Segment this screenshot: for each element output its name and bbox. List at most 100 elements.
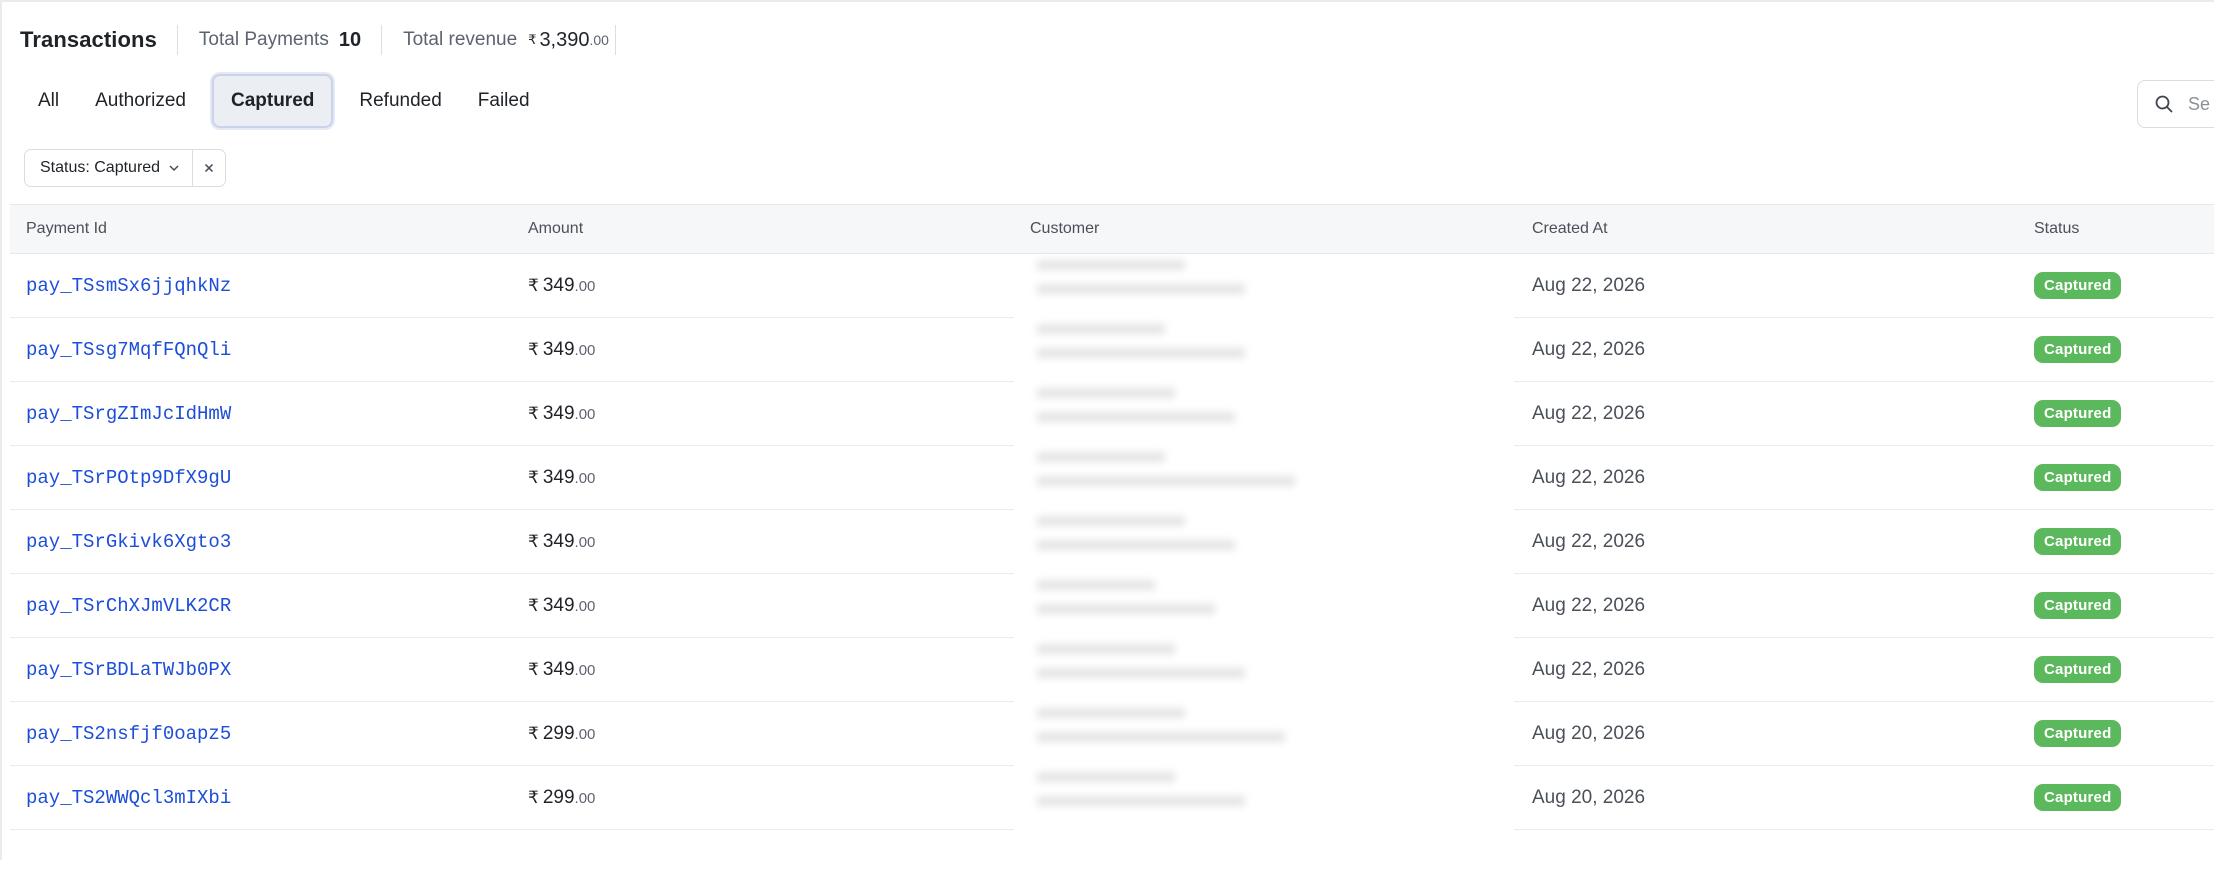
status-cell: Captured xyxy=(2034,272,2122,299)
amount-int: 349 xyxy=(542,466,575,488)
created-at-cell: Aug 22, 2026 xyxy=(1532,402,1646,424)
total-payments-value: 10 xyxy=(338,28,362,51)
currency-symbol: ₹ xyxy=(528,531,539,551)
payment-id-link[interactable]: pay_TSsmSx6jjqhkNz xyxy=(26,275,231,297)
tab-failed[interactable]: Failed xyxy=(460,74,548,128)
search-input[interactable] xyxy=(2188,93,2214,115)
filter-label: Status: Captured xyxy=(40,159,161,176)
amount-dec: .00 xyxy=(574,661,596,679)
created-at-cell: Aug 20, 2026 xyxy=(1532,722,1646,744)
amount-cell: ₹349.00 xyxy=(528,339,595,361)
amount-dec: .00 xyxy=(574,789,596,807)
total-revenue-label: Total revenue xyxy=(403,29,518,50)
payment-id-link[interactable]: pay_TSsg7MqfFQnQli xyxy=(26,339,231,361)
amount-dec: .00 xyxy=(574,277,596,295)
currency-symbol: ₹ xyxy=(528,467,539,487)
amount-cell: ₹349.00 xyxy=(528,403,595,425)
status-cell: Captured xyxy=(2034,592,2122,619)
clear-filter-button[interactable] xyxy=(193,150,225,186)
status-cell: Captured xyxy=(2034,400,2122,427)
page-title: Transactions xyxy=(20,27,157,52)
status-badge: Captured xyxy=(2034,656,2122,683)
tab-authorized[interactable]: Authorized xyxy=(77,74,204,128)
created-at-cell: Aug 22, 2026 xyxy=(1532,274,1646,296)
payment-id-link[interactable]: pay_TSrGkivk6Xgto3 xyxy=(26,531,231,553)
amount-dec: .00 xyxy=(574,533,596,551)
created-at-cell: Aug 22, 2026 xyxy=(1532,594,1646,616)
close-icon xyxy=(203,162,215,174)
status-tabs: All Authorized Captured Refunded Failed xyxy=(22,74,548,128)
amount-cell: ₹349.00 xyxy=(528,659,595,681)
status-cell: Captured xyxy=(2034,464,2122,491)
column-header-customer[interactable]: Customer xyxy=(1030,220,1099,238)
total-revenue-dec: .00 xyxy=(589,32,609,48)
amount-int: 349 xyxy=(542,530,575,552)
created-at-cell: Aug 22, 2026 xyxy=(1532,466,1646,488)
currency-symbol: ₹ xyxy=(528,595,539,615)
chevron-down-icon xyxy=(168,162,180,174)
divider xyxy=(381,25,383,55)
amount-int: 299 xyxy=(542,786,575,808)
amount-int: 349 xyxy=(542,274,575,296)
payment-id-link[interactable]: pay_TS2nsfjf0oapz5 xyxy=(26,723,231,745)
amount-int: 349 xyxy=(542,338,575,360)
created-at-cell: Aug 22, 2026 xyxy=(1532,530,1646,552)
column-header-amount[interactable]: Amount xyxy=(528,220,583,238)
amount-cell: ₹349.00 xyxy=(528,595,595,617)
payment-id-link[interactable]: pay_TSrBDLaTWJb0PX xyxy=(26,659,231,681)
tab-label: Captured xyxy=(230,90,315,111)
amount-dec: .00 xyxy=(574,597,596,615)
amount-dec: .00 xyxy=(574,341,596,359)
payment-id-link[interactable]: pay_TSrPOtp9DfX9gU xyxy=(26,467,231,489)
status-badge: Captured xyxy=(2034,464,2122,491)
table-header: Payment Id Amount Customer Created At St… xyxy=(10,204,2214,254)
status-cell: Captured xyxy=(2034,528,2122,555)
column-header-created-at[interactable]: Created At xyxy=(1532,220,1608,238)
amount-cell: ₹349.00 xyxy=(528,531,595,553)
tab-captured[interactable]: Captured xyxy=(211,74,334,128)
tab-label: All xyxy=(38,90,60,111)
currency-symbol: ₹ xyxy=(528,403,539,423)
payment-id-link[interactable]: pay_TSrgZImJcIdHmW xyxy=(26,403,231,425)
status-badge: Captured xyxy=(2034,528,2122,555)
status-badge: Captured xyxy=(2034,272,2122,299)
currency-symbol: ₹ xyxy=(528,787,539,807)
status-cell: Captured xyxy=(2034,656,2122,683)
status-badge: Captured xyxy=(2034,592,2122,619)
status-filter-chip: Status: Captured xyxy=(24,149,227,187)
page-header: Transactions Total Payments 10 Total rev… xyxy=(20,22,616,58)
tab-all[interactable]: All xyxy=(22,74,77,128)
amount-int: 349 xyxy=(542,594,575,616)
amount-cell: ₹349.00 xyxy=(528,467,595,489)
column-header-status[interactable]: Status xyxy=(2034,220,2079,238)
currency-symbol: ₹ xyxy=(528,275,539,295)
amount-int: 349 xyxy=(542,402,575,424)
status-cell: Captured xyxy=(2034,784,2122,811)
status-cell: Captured xyxy=(2034,336,2122,363)
status-badge: Captured xyxy=(2034,336,2122,363)
transactions-table: Payment Id Amount Customer Created At St… xyxy=(10,204,2214,874)
status-badge: Captured xyxy=(2034,784,2122,811)
amount-int: 299 xyxy=(542,722,575,744)
created-at-cell: Aug 22, 2026 xyxy=(1532,338,1646,360)
column-header-payment-id[interactable]: Payment Id xyxy=(26,220,107,238)
total-revenue-currency: ₹ xyxy=(528,32,537,47)
search-box[interactable] xyxy=(2137,80,2214,128)
amount-dec: .00 xyxy=(574,469,596,487)
search-icon xyxy=(2154,94,2174,114)
amount-cell: ₹299.00 xyxy=(528,723,595,745)
payment-id-link[interactable]: pay_TS2WWQcl3mIXbi xyxy=(26,787,231,809)
currency-symbol: ₹ xyxy=(528,723,539,743)
currency-symbol: ₹ xyxy=(528,659,539,679)
status-badge: Captured xyxy=(2034,400,2122,427)
amount-cell: ₹299.00 xyxy=(528,787,595,809)
total-revenue-int: 3,390 xyxy=(539,28,590,51)
amount-dec: .00 xyxy=(574,725,596,743)
currency-symbol: ₹ xyxy=(528,339,539,359)
created-at-cell: Aug 20, 2026 xyxy=(1532,786,1646,808)
status-filter-dropdown[interactable]: Status: Captured xyxy=(25,150,194,186)
tab-label: Authorized xyxy=(95,90,186,111)
tab-refunded[interactable]: Refunded xyxy=(341,74,459,128)
total-payments-label: Total Payments xyxy=(198,29,329,50)
payment-id-link[interactable]: pay_TSrChXJmVLK2CR xyxy=(26,595,231,617)
